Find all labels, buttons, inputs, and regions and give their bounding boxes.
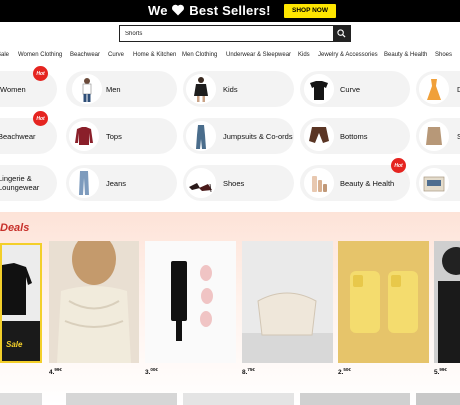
- nav-item-women-clothing[interactable]: Women Clothing: [18, 49, 62, 61]
- search-icon: [337, 29, 346, 38]
- category-jumpsuits[interactable]: Jumpsuits & Co-ords: [183, 118, 294, 154]
- dresses-thumbnail: [419, 74, 449, 104]
- category-women[interactable]: Women: [0, 71, 57, 107]
- category-home[interactable]: [416, 165, 460, 201]
- jeans-thumbnail: [69, 168, 99, 198]
- product-card-peek[interactable]: [183, 393, 294, 405]
- category-label: Bottoms: [340, 131, 368, 141]
- product-image: [434, 241, 460, 363]
- category-label: Jumpsuits & Co-ords: [223, 131, 293, 141]
- search-bar[interactable]: [119, 25, 351, 42]
- deals-title: Deals: [0, 222, 30, 234]
- category-dresses[interactable]: D: [416, 71, 460, 107]
- hot-badge: Hot: [33, 66, 48, 81]
- product-card[interactable]: [434, 241, 460, 363]
- product-card-peek[interactable]: [0, 393, 42, 405]
- category-tops[interactable]: Tops: [66, 118, 177, 154]
- nav-item-curve[interactable]: Curve: [108, 49, 124, 61]
- men-thumbnail: [72, 74, 102, 104]
- shop-now-button[interactable]: SHOP NOW: [284, 4, 336, 18]
- category-suits[interactable]: S: [416, 118, 460, 154]
- category-label: Men: [106, 84, 121, 94]
- product-image: [49, 241, 139, 363]
- search-button[interactable]: [333, 26, 350, 41]
- category-lingerie[interactable]: Lingerie & Loungewear: [0, 165, 57, 201]
- product-card[interactable]: [145, 241, 236, 363]
- nav-item-jewelry-accessories[interactable]: Jewelry & Accessories: [318, 49, 378, 61]
- nav-item-underwear-sleepwear[interactable]: Underwear & Sleepwear: [226, 49, 291, 61]
- category-label: Jeans: [106, 178, 127, 188]
- product-price: 4.99€: [49, 367, 62, 377]
- beauty-thumbnail: [304, 168, 334, 198]
- nav-item-beachwear[interactable]: Beachwear: [70, 49, 100, 61]
- product-card[interactable]: [242, 241, 333, 363]
- product-price: 3.00€: [145, 367, 158, 377]
- product-card[interactable]: [49, 241, 139, 363]
- kids-thumbnail: [186, 74, 216, 104]
- category-curve[interactable]: Curve: [300, 71, 410, 107]
- nav-item-sale[interactable]: Sale: [0, 49, 9, 61]
- banner-text-we: We: [148, 3, 168, 18]
- suits-thumbnail: [419, 121, 449, 151]
- product-card[interactable]: Sale: [0, 243, 42, 363]
- search-input[interactable]: [120, 26, 333, 41]
- nav-item-beauty-health[interactable]: Beauty & Health: [384, 49, 427, 61]
- category-bottoms[interactable]: Bottoms: [300, 118, 410, 154]
- category-label: Women: [0, 84, 26, 94]
- category-label: Beachwear: [0, 131, 36, 141]
- nav-item-shoes[interactable]: Shoes: [435, 49, 452, 61]
- banner-headline: We Best Sellers!: [148, 3, 271, 19]
- promo-banner[interactable]: We Best Sellers! SHOP NOW: [0, 0, 460, 22]
- category-label: Curve: [340, 84, 361, 94]
- bottoms-thumbnail: [304, 121, 334, 151]
- deals-section: Deals Sale 4.99€ 3.00€ 8.75€ 2.50€ 5.99€: [0, 212, 460, 405]
- product-price: 5.99€: [434, 367, 447, 377]
- product-image: [242, 241, 333, 363]
- tops-thumbnail: [69, 121, 99, 151]
- product-card-peek[interactable]: [416, 393, 460, 405]
- category-men[interactable]: Men: [66, 71, 177, 107]
- product-card[interactable]: [338, 241, 429, 363]
- category-label: Shoes: [223, 178, 245, 188]
- curve-thumbnail: [304, 74, 334, 104]
- sale-tag: Sale: [6, 340, 23, 349]
- category-shoes[interactable]: Shoes: [183, 165, 294, 201]
- nav-item-home-kitchen[interactable]: Home & Kitchen: [133, 49, 176, 61]
- heart-icon: [172, 4, 185, 16]
- product-image: [338, 241, 429, 363]
- category-label: Kids: [223, 84, 238, 94]
- category-beachwear[interactable]: Beachwear: [0, 118, 57, 154]
- product-image: [145, 241, 236, 363]
- category-nav: Sale Women Clothing Beachwear Curve Home…: [0, 49, 460, 61]
- product-card-peek[interactable]: [66, 393, 177, 405]
- hot-badge: Hot: [391, 158, 406, 173]
- product-card-peek[interactable]: [300, 393, 410, 405]
- category-label: Beauty & Health: [340, 178, 395, 188]
- product-price: 2.50€: [338, 367, 351, 377]
- category-label: Lingerie & Loungewear: [0, 174, 40, 192]
- category-kids[interactable]: Kids: [183, 71, 294, 107]
- storage-box-thumbnail: [419, 168, 449, 198]
- product-price: 8.75€: [242, 367, 255, 377]
- category-jeans[interactable]: Jeans: [66, 165, 177, 201]
- nav-item-men-clothing[interactable]: Men Clothing: [182, 49, 217, 61]
- jumpsuits-thumbnail: [186, 121, 216, 151]
- shoes-thumbnail: [186, 168, 216, 198]
- nav-item-kids[interactable]: Kids: [298, 49, 310, 61]
- hot-badge: Hot: [33, 111, 48, 126]
- category-label: Tops: [106, 131, 122, 141]
- page: We Best Sellers! SHOP NOW Sale Women Clo…: [0, 0, 460, 405]
- banner-text-best-sellers: Best Sellers!: [189, 3, 271, 18]
